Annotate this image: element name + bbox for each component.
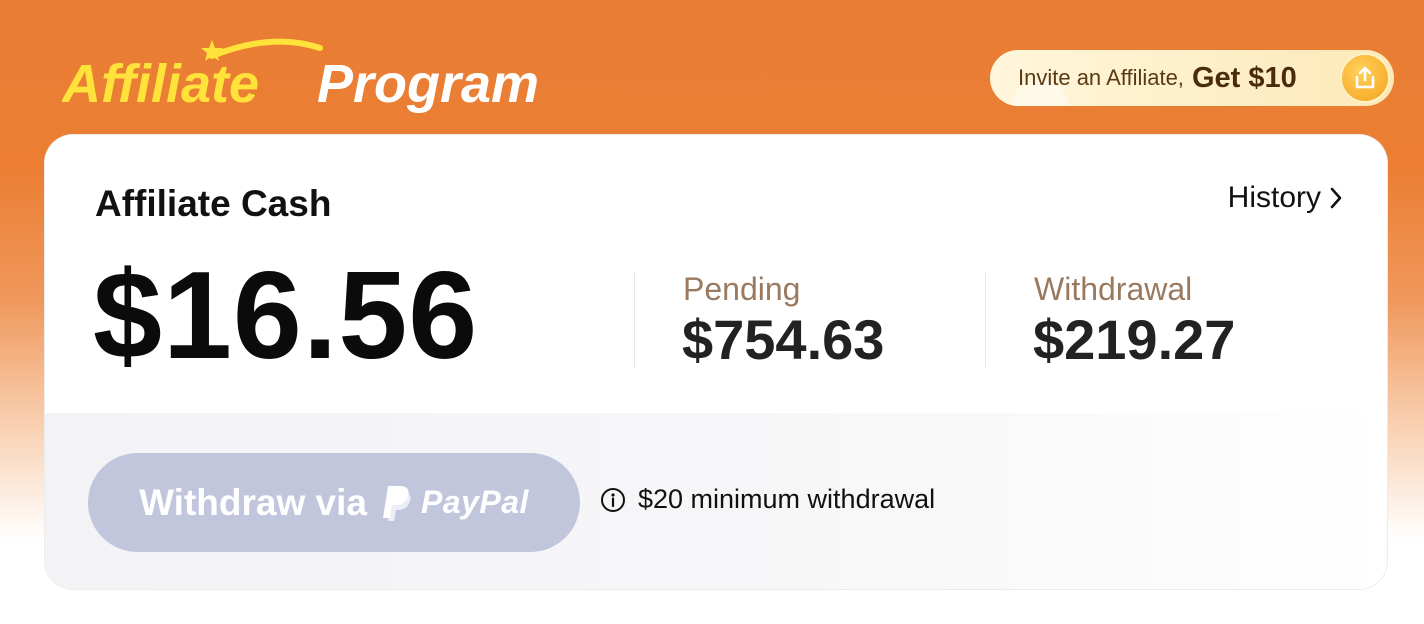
logo-word-affiliate: Affiliate (62, 54, 259, 114)
withdraw-button-label: Withdraw via (139, 481, 367, 523)
minimum-withdrawal-text: $20 minimum withdrawal (638, 484, 936, 514)
stat-divider (634, 272, 635, 368)
card-title: Affiliate Cash (95, 183, 332, 224)
history-label: History (1227, 181, 1321, 214)
affiliate-cash-balance: $16.56 (93, 247, 479, 385)
share-icon[interactable] (1340, 53, 1390, 103)
withdrawal-value: $219.27 (1033, 308, 1236, 371)
paypal-logo: PayPal (381, 484, 529, 522)
paypal-icon (382, 485, 411, 521)
stat-divider (985, 272, 986, 368)
withdrawal-label: Withdrawal (1034, 271, 1193, 307)
logo-word-program: Program (317, 54, 539, 114)
withdraw-paypal-button[interactable]: Withdraw via PayPal (88, 453, 580, 552)
history-link[interactable]: History (1228, 181, 1343, 215)
affiliate-program-page: Affiliate Program Invite an Affiliate, G… (0, 0, 1424, 624)
pending-label: Pending (683, 271, 801, 307)
pending-value: $754.63 (682, 308, 885, 371)
invite-affiliate-banner[interactable]: Invite an Affiliate, Get $10 (990, 50, 1394, 106)
info-icon (600, 487, 626, 513)
chevron-right-icon (1329, 186, 1343, 210)
invite-text: Invite an Affiliate, (1018, 65, 1184, 90)
affiliate-program-logo: Affiliate Program (62, 34, 582, 114)
affiliate-cash-card: Affiliate Cash History $16.56 Pending $7… (45, 135, 1387, 589)
minimum-withdrawal-note: $20 minimum withdrawal (600, 484, 935, 515)
invite-amount: Get $10 (1191, 61, 1297, 94)
paypal-wordmark: PayPal (420, 484, 529, 520)
